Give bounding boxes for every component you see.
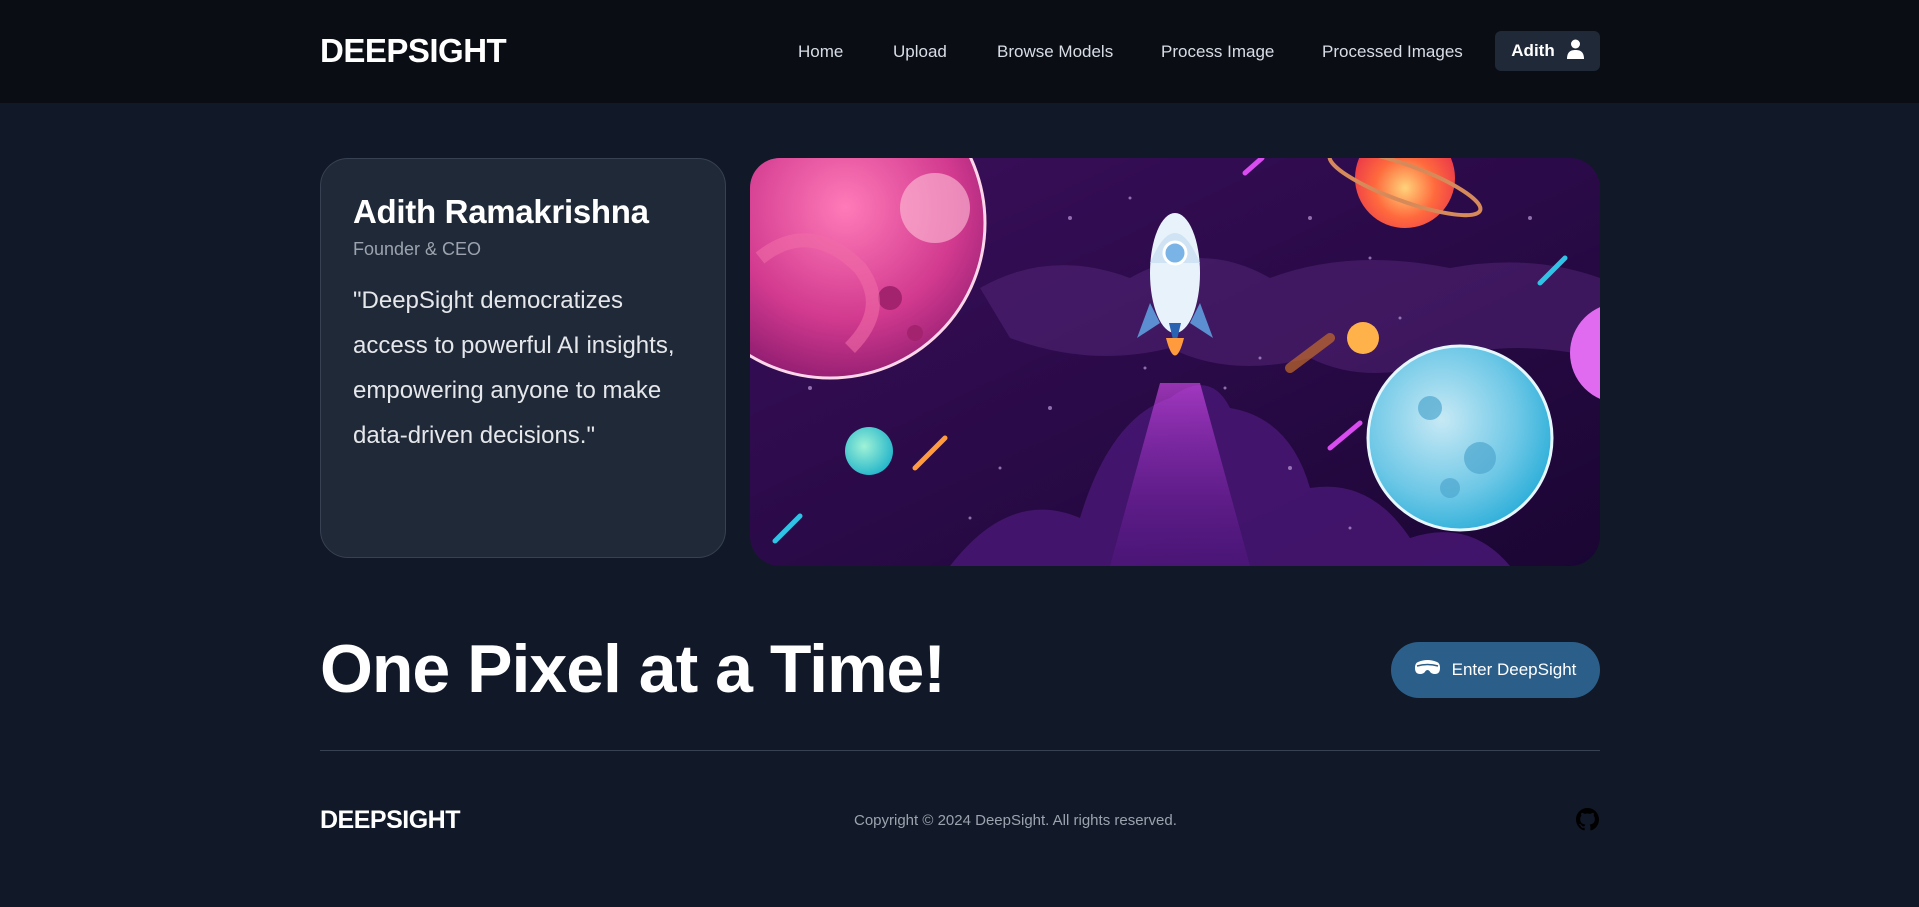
testimonial-card: Adith Ramakrishna Founder & CEO "DeepSig… <box>320 158 726 558</box>
user-icon <box>1566 39 1584 64</box>
navbar: DEEPSIGHT Home Upload Browse Models Proc… <box>0 0 1919 103</box>
footer-brand[interactable]: DEEPSIGHT <box>320 806 460 835</box>
testimonial-quote: "DeepSight democratizes access to powerf… <box>353 287 675 449</box>
nav-link-upload[interactable]: Upload <box>893 42 947 62</box>
testimonial-role: Founder & CEO <box>353 239 482 259</box>
nav-link-process-image[interactable]: Process Image <box>1161 42 1274 62</box>
brand-logo[interactable]: DEEPSIGHT <box>320 32 507 70</box>
hero-tagline: One Pixel at a Time! <box>320 631 946 707</box>
footer-divider <box>320 750 1600 751</box>
vr-headset-icon <box>1414 659 1440 682</box>
nav-link-processed-images[interactable]: Processed Images <box>1322 42 1463 62</box>
nav-link-home[interactable]: Home <box>798 42 843 62</box>
enter-deepsight-label: Enter DeepSight <box>1451 660 1577 679</box>
nav-link-browse-models[interactable]: Browse Models <box>997 42 1113 62</box>
copyright-text: Copyright © 2024 DeepSight. All rights r… <box>854 812 1177 829</box>
hero-illustration <box>750 158 1600 566</box>
github-icon[interactable] <box>1576 808 1599 831</box>
testimonial-name: Adith Ramakrishna <box>353 193 649 230</box>
user-menu-button[interactable]: Adith <box>1495 31 1600 71</box>
user-name: Adith <box>1511 41 1555 60</box>
enter-deepsight-button[interactable]: Enter DeepSight <box>1391 642 1600 698</box>
